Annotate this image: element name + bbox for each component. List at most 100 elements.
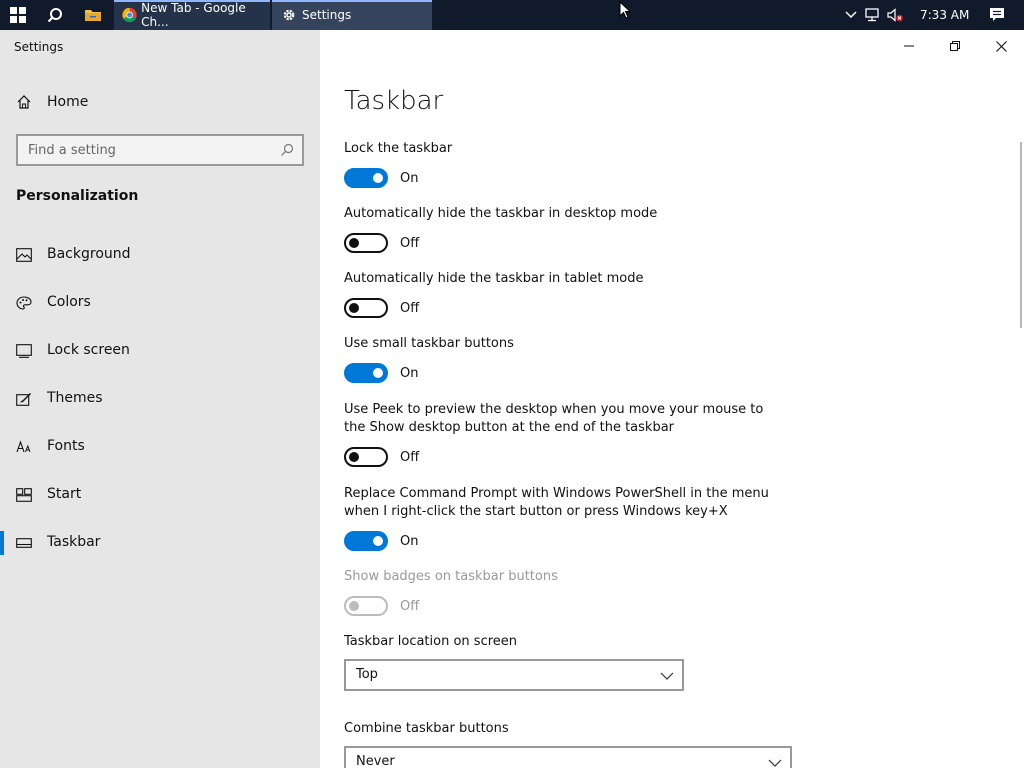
network-icon [865,8,879,22]
setting-label: Combine taskbar buttons [344,721,509,736]
sidebar-item-label: Start [47,486,82,502]
setting-label: Automatically hide the taskbar in tablet… [344,271,644,286]
peek-toggle[interactable] [344,447,388,467]
toggle-knob [373,536,383,546]
folder-icon [85,10,101,21]
sidebar-item-colors[interactable]: Colors [0,285,320,321]
sidebar-item-label: Themes [47,390,103,406]
taskbar-app-title: Settings [302,8,352,22]
volume-button[interactable] [884,8,906,22]
sidebar-item-label: Background [47,246,131,262]
start-icon [16,488,32,502]
search-icon [47,8,62,23]
palette-icon [16,296,32,310]
notification-icon [990,8,1005,21]
combine-buttons-dropdown[interactable]: Never [344,746,792,769]
badges-toggle [344,596,388,616]
lock-taskbar-toggle[interactable] [344,168,388,188]
sidebar: Settings Home Find a setting Personaliza… [0,30,320,768]
active-underline [114,0,270,2]
chevron-up-icon [845,11,857,19]
minimize-icon [904,45,914,47]
taskbar-app-chrome[interactable]: New Tab - Google Ch... [114,0,270,30]
gear-icon [283,9,295,21]
sidebar-item-themes[interactable]: Themes [0,381,320,417]
setting-label: Show badges on taskbar buttons [344,569,558,584]
powershell-toggle[interactable] [344,531,388,551]
sidebar-item-background[interactable]: Background [0,237,320,273]
toggle-state: Off [400,301,420,316]
taskbar-app-settings[interactable]: Settings [272,0,432,30]
toggle-state: On [400,534,419,549]
search-box[interactable]: Find a setting [16,134,304,166]
chevron-down-icon [660,672,674,680]
themes-icon [16,393,31,406]
lock-screen-icon [16,344,32,358]
toggle-state: On [400,366,419,381]
sidebar-item-taskbar[interactable]: Taskbar [0,525,320,561]
sidebar-item-start[interactable]: Start [0,477,320,513]
toggle-knob [373,173,383,183]
setting-label: Use small taskbar buttons [344,336,514,351]
search-button[interactable] [38,0,72,30]
autohide-desktop-toggle[interactable] [344,233,388,253]
windows-logo-icon [10,7,26,23]
action-center-button[interactable] [989,7,1005,23]
toggle-knob [349,452,359,462]
main-content: Taskbar Lock the taskbar On Automaticall… [320,30,1024,769]
home-icon [17,95,31,109]
toggle-state: Off [400,450,420,465]
toggle-state: Off [400,236,420,251]
sidebar-item-label: Taskbar [47,534,101,550]
setting-label: Taskbar location on screen [344,634,518,649]
sidebar-item-fonts[interactable]: Fonts [0,429,320,465]
scrollbar[interactable] [1020,142,1022,328]
mouse-cursor-icon [619,1,631,19]
volume-muted-icon [887,8,903,22]
close-button[interactable] [978,30,1024,62]
search-placeholder: Find a setting [28,143,116,158]
toggle-state: On [400,171,419,186]
selected-indicator [0,531,4,555]
chrome-icon [122,7,137,23]
toggle-state: Off [400,599,420,614]
network-button[interactable] [860,8,884,22]
file-explorer-button[interactable] [76,0,110,30]
toggle-knob [349,238,359,248]
autohide-tablet-toggle[interactable] [344,298,388,318]
dropdown-value: Never [356,754,395,769]
setting-label: Use Peek to preview the desktop when you… [344,402,764,435]
system-tray: 7:33 AM [842,0,1005,30]
taskbar-app-title: New Tab - Google Ch... [141,1,246,29]
search-icon[interactable] [280,143,294,157]
show-hidden-icons-button[interactable] [842,11,860,19]
dropdown-value: Top [356,667,378,682]
home-link[interactable]: Home [16,94,88,110]
fonts-icon [16,440,31,453]
sidebar-item-label: Lock screen [47,342,130,358]
taskbar-location-dropdown[interactable]: Top [344,659,684,691]
active-underline [272,0,432,2]
toggle-knob [349,601,359,611]
restore-button[interactable] [932,30,978,62]
windows-taskbar: New Tab - Google Ch... Settings 7:33 AM [0,0,1024,30]
taskbar-icon [16,538,32,548]
toggle-knob [373,368,383,378]
home-label: Home [47,94,89,110]
restore-icon [950,41,960,51]
setting-label: Replace Command Prompt with Windows Powe… [344,486,769,519]
small-buttons-toggle[interactable] [344,363,388,383]
settings-window: Settings Home Find a setting Personaliza… [0,30,1024,769]
sidebar-item-lock-screen[interactable]: Lock screen [0,333,320,369]
setting-label: Lock the taskbar [344,141,453,156]
start-button[interactable] [0,0,36,30]
minimize-button[interactable] [886,30,932,62]
picture-icon [16,248,32,262]
clock[interactable]: 7:33 AM [920,8,969,22]
close-icon [995,40,1007,52]
sidebar-item-label: Colors [47,294,91,310]
section-title: Personalization [16,188,139,204]
page-title: Taskbar [344,86,444,116]
sidebar-item-label: Fonts [47,438,85,454]
setting-label: Automatically hide the taskbar in deskto… [344,206,658,221]
